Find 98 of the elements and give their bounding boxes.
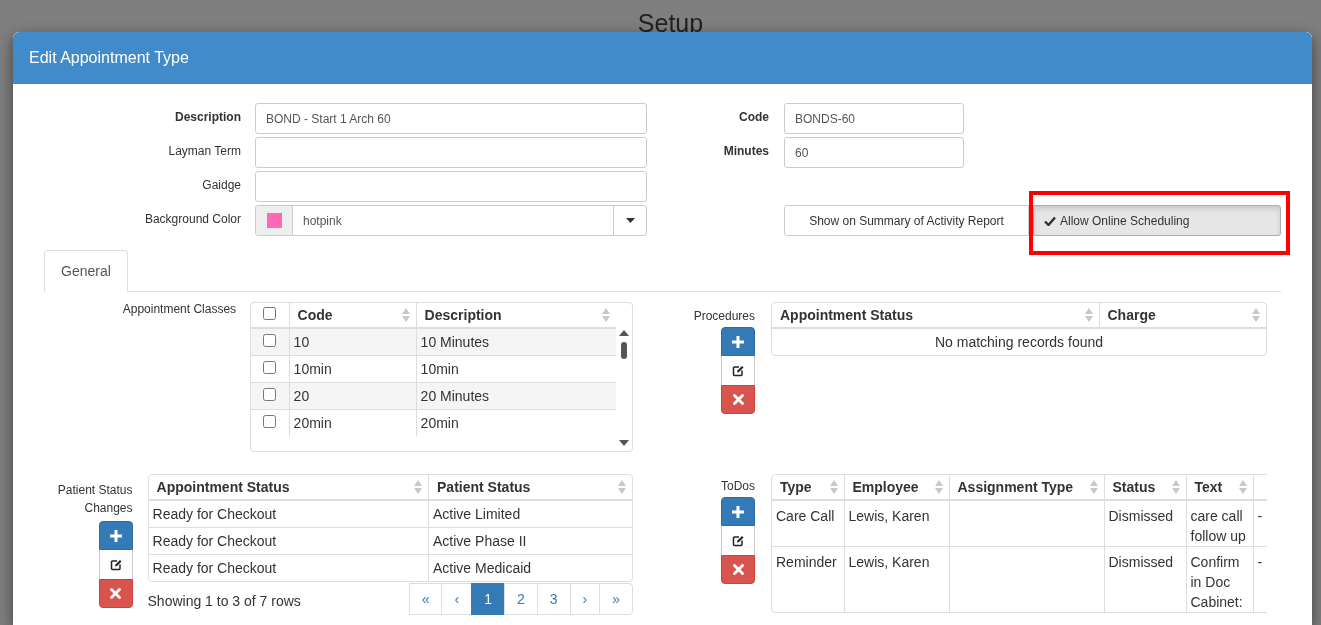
page-link[interactable]: ‹ (441, 583, 473, 615)
table-cell: 20 (289, 382, 417, 410)
edit-button[interactable] (721, 526, 755, 555)
page-link[interactable]: 3 (536, 583, 571, 615)
table-cell: Lewis, Karen (844, 500, 949, 547)
column-header[interactable]: Text (1186, 475, 1253, 500)
field-label: Description (174, 109, 241, 126)
color-value: hotpink (303, 213, 342, 228)
tab[interactable]: General (44, 250, 128, 292)
plus-icon (732, 335, 744, 348)
text-field[interactable] (255, 137, 647, 168)
column-header[interactable]: Assignment Type (949, 475, 1104, 500)
sort-icon (1084, 308, 1093, 322)
delete-button[interactable] (721, 385, 755, 414)
row-checkbox[interactable] (263, 415, 277, 428)
sort-icon (602, 308, 610, 322)
sort-icon (1089, 480, 1098, 494)
page-link[interactable]: « (408, 583, 443, 615)
table-cell: 20min (416, 409, 616, 436)
toggle-button[interactable]: Allow Online Scheduling (1033, 205, 1281, 236)
table-cell: care call follow up (1186, 500, 1253, 547)
edit-icon (732, 534, 744, 547)
table-cell: Confirm in Doc Cabinet: (1186, 546, 1253, 612)
column-header[interactable]: Charge (1099, 303, 1266, 328)
table-cell: 10 (289, 328, 417, 356)
table-cell: Dismissed (1104, 500, 1186, 547)
field-label: Gaidge (201, 177, 241, 194)
table-cell: 20 Minutes (416, 382, 616, 410)
plus-icon (109, 529, 122, 542)
sort-icon (1238, 480, 1247, 494)
text-field[interactable]: BONDS-60 (784, 103, 964, 134)
column-header[interactable]: Appointment Status (772, 303, 1099, 328)
add-button[interactable] (721, 327, 755, 356)
toggle-button[interactable]: Show on Summary of Activity Report (784, 205, 1029, 236)
delete-button[interactable] (721, 555, 755, 584)
column-header[interactable]: Status (1104, 475, 1186, 500)
row-checkbox[interactable] (263, 334, 277, 347)
check-icon (1044, 215, 1056, 226)
row-checkbox[interactable] (263, 388, 277, 401)
sort-icon (1252, 308, 1260, 322)
text-field[interactable]: 60 (784, 137, 964, 168)
modal-title: Edit Appointment Type (29, 49, 189, 67)
table-cell: Ready for Checkout (148, 554, 429, 581)
color-dropdown[interactable]: hotpink (255, 205, 647, 236)
edit-button[interactable] (98, 550, 133, 579)
table-cell: Ready for Checkout (148, 527, 429, 555)
text-field[interactable] (255, 171, 647, 202)
page-link[interactable]: 1 (471, 583, 505, 615)
close-icon (732, 394, 744, 405)
page-link[interactable]: » (599, 583, 633, 615)
add-button[interactable] (721, 497, 755, 526)
field-label: Layman Term (167, 143, 241, 160)
select-all-checkbox[interactable] (263, 307, 277, 320)
table-cell: Active Medicaid (428, 554, 632, 581)
table-cell: - (1253, 546, 1267, 612)
close-icon (110, 588, 122, 599)
page-link[interactable]: 2 (503, 583, 538, 615)
section-label: Patient Status Changes (56, 482, 133, 517)
sort-icon (401, 308, 410, 322)
column-header[interactable]: Type (772, 475, 844, 500)
sort-icon (414, 480, 423, 494)
sort-icon (1171, 480, 1180, 494)
table-cell: Dismissed (1104, 546, 1186, 612)
table-cell: Ready for Checkout (148, 500, 429, 528)
table-cell: Active Phase II (428, 527, 632, 555)
table-cell: Care Call (772, 500, 844, 547)
sort-icon (618, 480, 626, 494)
edit-icon (732, 364, 744, 377)
column-header[interactable]: Appointment Status (148, 475, 429, 500)
section-label: ToDos (721, 479, 755, 493)
field-label: Minutes (722, 143, 769, 160)
table-cell: 10 Minutes (416, 328, 616, 356)
edit-button[interactable] (721, 356, 755, 385)
table-cell: 20min (289, 409, 417, 436)
pagination-summary: Showing 1 to 3 of 7 rows (147, 592, 301, 609)
section-label: Procedures (693, 309, 755, 323)
scrollbar[interactable] (618, 329, 630, 447)
page-title: Setup (636, 8, 705, 37)
field-label: Code (738, 109, 769, 126)
plus-icon (732, 505, 744, 518)
row-checkbox[interactable] (263, 361, 277, 374)
column-header[interactable]: Patient Status (428, 475, 632, 500)
empty-message: No matching records found (772, 328, 1266, 355)
edit-icon (109, 558, 122, 571)
close-icon (732, 564, 744, 575)
caret-icon (625, 218, 635, 223)
table-cell: - (1253, 500, 1267, 547)
column-header[interactable]: Employee (844, 475, 949, 500)
table-cell: Lewis, Karen (844, 546, 949, 612)
add-button[interactable] (98, 521, 133, 550)
delete-button[interactable] (98, 579, 133, 608)
table-cell: Reminder (772, 546, 844, 612)
section-label: Appointment Classes (122, 302, 237, 316)
sort-icon (934, 480, 943, 494)
sort-icon (829, 480, 838, 494)
table-cell: Active Limited (428, 500, 632, 528)
text-field[interactable]: BOND - Start 1 Arch 60 (255, 103, 647, 134)
field-label: Background Color (143, 211, 241, 228)
